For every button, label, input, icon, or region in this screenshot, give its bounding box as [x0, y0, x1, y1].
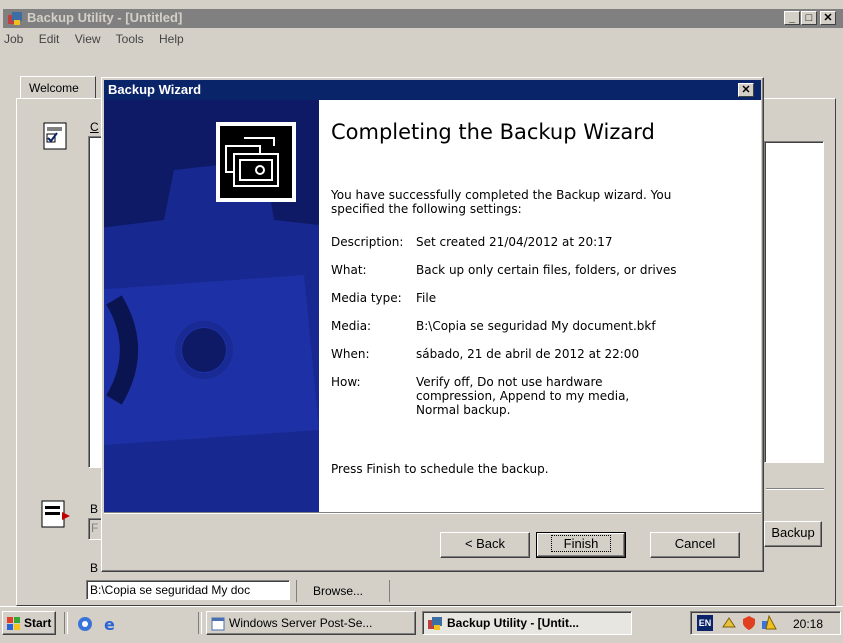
menu-job[interactable]: Job — [4, 32, 23, 46]
setting-label-media-type: Media type: — [331, 291, 402, 305]
wizard-title: Backup Wizard — [108, 82, 202, 97]
separator-line — [766, 488, 824, 490]
setting-value-when: sábado, 21 de abril de 2012 at 22:00 — [416, 347, 640, 361]
tab-welcome[interactable]: Welcome — [20, 76, 96, 99]
finish-prompt: Press Finish to schedule the backup. — [331, 462, 549, 476]
setting-value-how: Verify off, Do not use hardware compress… — [416, 375, 630, 417]
right-list-pane[interactable] — [764, 141, 824, 463]
menu-tools[interactable]: Tools — [116, 32, 144, 46]
wizard-close-button[interactable]: ✕ — [738, 83, 754, 97]
browse-button[interactable]: Browse... — [296, 580, 390, 602]
app-title: Backup Utility - [Untitled] — [27, 10, 183, 25]
app-titlebar[interactable]: Backup Utility - [Untitled] _ □ ✕ — [3, 9, 843, 28]
backup-app-icon — [8, 12, 22, 25]
taskbar-divider — [198, 612, 202, 634]
backup-app-icon — [428, 616, 442, 630]
wizard-titlebar[interactable]: Backup Wizard ✕ — [104, 80, 761, 100]
minimize-button[interactable]: _ — [784, 11, 800, 25]
back-button[interactable]: < Back — [440, 532, 530, 558]
close-button[interactable]: ✕ — [820, 11, 836, 25]
partial-label-bottom: B — [90, 561, 99, 575]
wizard-banner — [104, 100, 319, 512]
partial-label-mid: B — [90, 502, 99, 516]
ie-desktop-icon[interactable] — [76, 615, 94, 633]
wizard-logo — [216, 122, 296, 202]
clock: 20:18 — [793, 617, 824, 631]
tray-backup-icon[interactable] — [761, 615, 777, 631]
wizard-intro: You have successfully completed the Back… — [331, 188, 672, 216]
menu-edit[interactable]: Edit — [39, 32, 60, 46]
setting-label-description: Description: — [331, 235, 404, 249]
setting-value-media: B:\Copia se seguridad My document.bkf — [416, 319, 656, 333]
setting-label-how: How: — [331, 375, 361, 389]
cancel-button[interactable]: Cancel — [650, 532, 740, 558]
setting-value-media-type: File — [416, 291, 437, 305]
setting-value-description: Set created 21/04/2012 at 20:17 — [416, 235, 613, 249]
menu-view[interactable]: View — [75, 32, 101, 46]
window-icon — [211, 617, 225, 631]
setting-value-what: Back up only certain files, folders, or … — [416, 263, 677, 277]
wizard-content: Completing the Backup Wizard You have su… — [319, 100, 761, 512]
tray-network-icon[interactable] — [721, 615, 737, 631]
menu-bar: Job Edit View Tools Help — [4, 32, 196, 50]
setting-label-media: Media: — [331, 319, 372, 333]
menu-help[interactable]: Help — [159, 32, 184, 46]
setting-label-when: When: — [331, 347, 370, 361]
backup-icon — [41, 500, 70, 528]
wizard-button-separator — [104, 512, 761, 514]
backup-wizard-dialog: Backup Wizard ✕ Completing the Backup Wi… — [101, 77, 764, 572]
svg-text:e: e — [104, 615, 115, 633]
quicklaunch-divider — [64, 612, 68, 634]
restore-wizard-icon — [43, 122, 67, 150]
internet-explorer-icon[interactable]: e — [102, 615, 120, 633]
tray-shield-icon[interactable] — [741, 615, 757, 631]
language-indicator[interactable]: EN — [697, 615, 713, 631]
maximize-button[interactable]: □ — [801, 11, 817, 25]
start-button[interactable]: Start — [2, 611, 56, 635]
backup-path-field[interactable]: B:\Copia se seguridad My doc — [86, 580, 290, 600]
backup-media-icon — [220, 126, 292, 198]
taskbar-item-server-post-setup[interactable]: Windows Server Post-Se... — [206, 611, 416, 635]
system-tray: EN 20:18 — [690, 611, 841, 635]
finish-button[interactable]: Finish — [536, 532, 626, 558]
setting-label-what: What: — [331, 263, 367, 277]
windows-logo-icon — [7, 616, 20, 630]
taskbar-item-backup-utility[interactable]: Backup Utility - [Untit... — [422, 611, 632, 635]
partial-label-top: C — [90, 120, 99, 134]
wizard-heading: Completing the Backup Wizard — [331, 120, 655, 144]
start-backup-button[interactable]: Backup — [764, 521, 822, 547]
